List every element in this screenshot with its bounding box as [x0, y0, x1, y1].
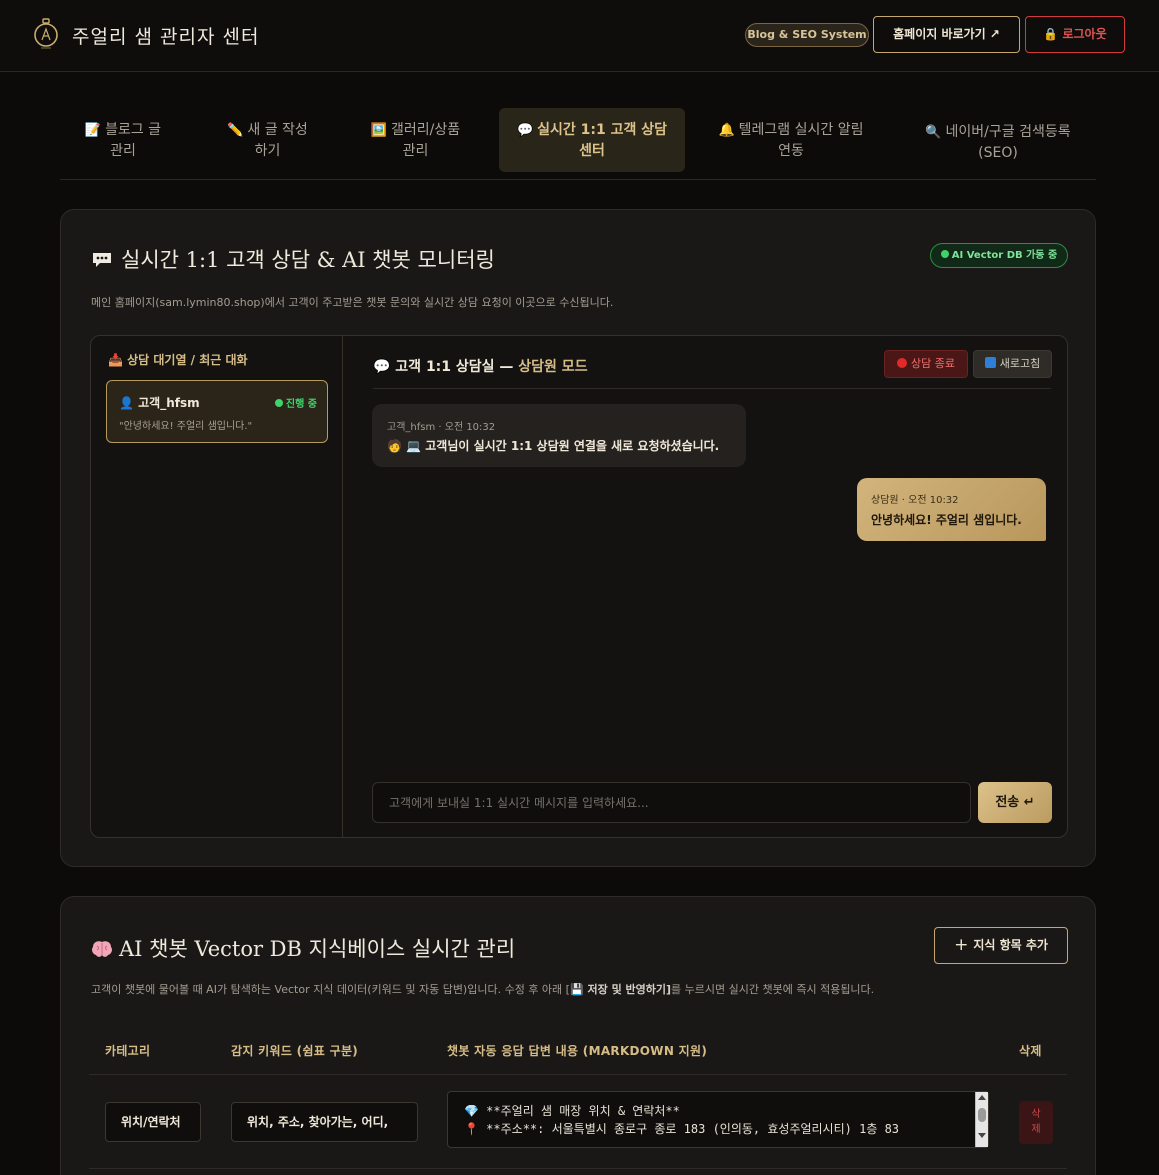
tab-blog-posts[interactable]: 📝 블로그 글 관리 — [78, 108, 168, 172]
tab-seo-registration[interactable]: 🔍 네이버/구글 검색등록 (SEO) — [918, 108, 1078, 172]
logout-button[interactable]: 🔒 로그아웃 — [1025, 16, 1125, 53]
refresh-button[interactable]: 새로고침 — [973, 350, 1052, 378]
category-field[interactable]: 위치/연락처 — [105, 1102, 201, 1142]
add-knowledge-button[interactable]: + 지식 항목 추가 — [934, 927, 1068, 964]
scroll-thumb[interactable] — [978, 1108, 986, 1122]
knowledge-base-panel: AI 챗봇 Vector DB 지식베이스 실시간 관리 + 지식 항목 추가 고… — [60, 896, 1096, 1175]
textarea-scrollbar[interactable] — [975, 1092, 988, 1147]
homepage-link-button[interactable]: 홈페이지 바로가기 ↗ — [873, 16, 1020, 53]
tab-new-post[interactable]: ✏️ 새 글 작성 하기 — [220, 108, 315, 172]
brain-icon — [92, 941, 112, 957]
message-input[interactable] — [372, 782, 971, 823]
send-button[interactable]: 전송 ↵ — [978, 782, 1052, 823]
scroll-up-icon — [978, 1095, 986, 1100]
tab-live-consult[interactable]: 💬 실시간 1:1 고객 상담 센터 — [499, 108, 685, 172]
app-title: 주얼리 샘 관리자 센터 — [72, 26, 260, 48]
queue-item-customer-name: 👤 고객_hfsm — [119, 396, 200, 410]
divider — [89, 1074, 1067, 1075]
delete-row-button[interactable]: 삭 제 — [1019, 1101, 1053, 1144]
bell-icon: 🔔 — [718, 123, 735, 138]
consult-panel-title: 실시간 1:1 고객 상담 & AI 챗봇 모니터링 — [91, 244, 495, 274]
queue-item-preview: "안녕하세요! 주얼리 샘입니다." — [119, 421, 253, 432]
chat-container: 📥 상담 대기열 / 최근 대화 👤 고객_hfsm 진행 중 "안녕하세요! … — [90, 335, 1068, 838]
plus-icon: + — [954, 935, 969, 955]
speech-bubble-icon — [93, 253, 111, 267]
ai-vector-db-status-badge: AI Vector DB 가동 중 — [930, 243, 1068, 268]
kb-panel-title: AI 챗봇 Vector DB 지식베이스 실시간 관리 — [91, 933, 515, 963]
end-consult-button[interactable]: 상담 종료 — [884, 350, 968, 378]
kb-description: 고객이 챗봇에 물어볼 때 AI가 탐색하는 Vector 지식 데이터(키워드… — [91, 983, 875, 996]
message-text: 안녕하세요! 주얼리 샘입니다. — [871, 513, 1022, 527]
main-tabs: 📝 블로그 글 관리 ✏️ 새 글 작성 하기 🖼️ 갤러리/상품 관리 💬 실시간 1… — [60, 108, 1096, 180]
divider — [373, 388, 1051, 389]
scroll-down-icon — [978, 1133, 986, 1138]
magnifier-icon: 🔍 — [925, 125, 942, 140]
picture-icon: 🖼️ — [370, 123, 388, 138]
message-text: 🧑 💻 고객님이 실시간 1:1 상담원 연결을 새로 요청하셨습니다. — [387, 439, 720, 453]
chat-room: 💬 고객 1:1 상담실 — 상담원 모드 상담 종료 새로고침 고객_hfsm… — [343, 336, 1067, 837]
column-header-delete: 삭제 — [1019, 1044, 1042, 1058]
queue-title: 📥 상담 대기열 / 최근 대화 — [108, 353, 248, 367]
tab-telegram-alerts[interactable]: 🔔 텔레그램 실시간 알림 연동 — [712, 108, 870, 172]
speech-bubble-icon: 💬 — [516, 123, 534, 138]
message-meta: 고객_hfsm · 오전 10:32 — [387, 422, 496, 433]
red-circle-icon — [897, 358, 907, 368]
divider — [89, 1168, 1067, 1169]
consult-queue: 📥 상담 대기열 / 최근 대화 👤 고객_hfsm 진행 중 "안녕하세요! … — [91, 336, 343, 837]
consult-description: 메인 홈페이지(sam.lymin80.shop)에서 고객이 주고받은 챗봇 … — [91, 296, 614, 309]
app-header: 주얼리 샘 관리자 센터 Blog & SEO System 홈페이지 바로가기… — [0, 0, 1159, 72]
status-dot-icon — [274, 399, 283, 407]
refresh-icon — [984, 357, 996, 368]
customer-message: 고객_hfsm · 오전 10:32 🧑 💻 고객님이 실시간 1:1 상담원 … — [372, 404, 746, 467]
consult-panel: 실시간 1:1 고객 상담 & AI 챗봇 모니터링 AI Vector DB … — [60, 209, 1096, 867]
column-header-keywords: 감지 키워드 (쉼표 구분) — [231, 1044, 359, 1058]
pencil-icon: ✏️ — [227, 123, 244, 138]
tab-gallery-products[interactable]: 🖼️ 갤러리/상품 관리 — [363, 108, 468, 172]
answer-textarea[interactable]: 💎 **주얼리 샘 매장 위치 & 연락처** 📍 **주소**: 서울특별시 … — [447, 1091, 989, 1148]
keywords-field[interactable]: 위치, 주소, 찾아가는, 어디, — [231, 1102, 418, 1142]
column-header-category: 카테고리 — [105, 1044, 151, 1058]
logo-icon — [34, 18, 58, 49]
agent-message: 상담원 · 오전 10:32 안녕하세요! 주얼리 샘입니다. — [857, 478, 1046, 541]
chat-room-title: 💬 고객 1:1 상담실 — 상담원 모드 — [373, 359, 588, 375]
queue-item-selected[interactable]: 👤 고객_hfsm 진행 중 "안녕하세요! 주얼리 샘입니다." — [106, 380, 328, 443]
message-meta: 상담원 · 오전 10:32 — [871, 495, 959, 506]
column-header-answer: 챗봇 자동 응답 답변 내용 (MARKDOWN 지원) — [447, 1044, 708, 1058]
blog-seo-badge[interactable]: Blog & SEO System — [745, 23, 869, 47]
memo-icon: 📝 — [84, 123, 102, 138]
queue-item-status: 진행 중 — [274, 395, 317, 410]
status-dot-icon — [940, 250, 949, 258]
